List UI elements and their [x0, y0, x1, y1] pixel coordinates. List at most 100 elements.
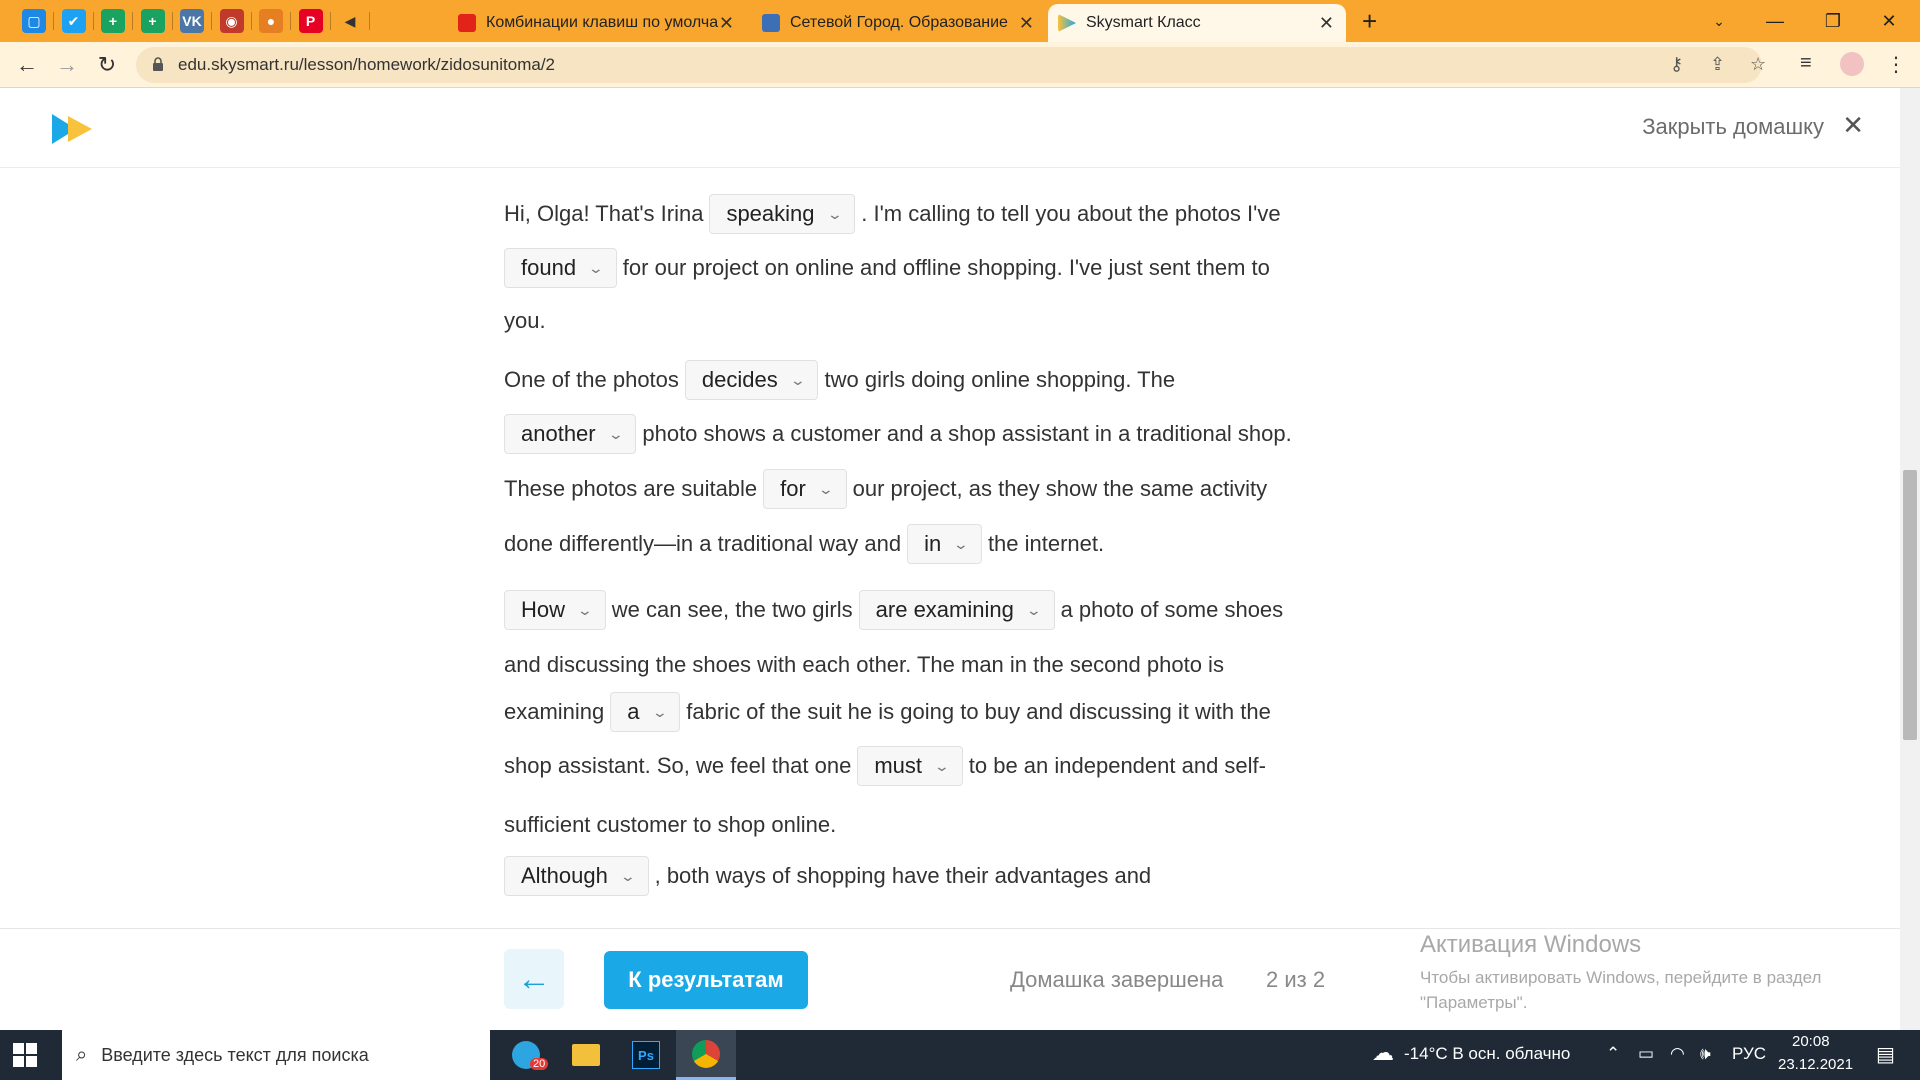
chevron-down-icon: ⌄ [587, 259, 605, 276]
twitter-icon[interactable]: ✔ [61, 9, 86, 33]
school-icon [762, 14, 780, 32]
weather-text[interactable]: -14°C В осн. облачно [1404, 1044, 1570, 1064]
photoshop-app[interactable]: Ps [616, 1030, 676, 1080]
key-icon[interactable]: ⚷ [1670, 54, 1683, 75]
skysmart-logo[interactable] [52, 114, 94, 144]
tab-search-icon[interactable]: ⌄ [1696, 6, 1742, 36]
answer-dropdown[interactable]: a ⌄ [610, 692, 681, 732]
language-indicator[interactable]: РУС [1732, 1044, 1766, 1064]
exercise-line: found ⌄ for our project on online and off… [498, 248, 1270, 288]
close-homework-link[interactable]: Закрыть домашку [1642, 114, 1824, 140]
text: we can see, the two girls [611, 597, 853, 622]
answer-dropdown[interactable]: must ⌄ [857, 746, 963, 786]
text: and discussing the shoes with each other… [504, 652, 1224, 677]
answer-dropdown[interactable]: are examining ⌄ [858, 590, 1055, 630]
answer-dropdown[interactable]: in ⌄ [907, 524, 982, 564]
mute-icon[interactable]: ◀ [338, 9, 362, 33]
restore-button[interactable]: ❐ [1810, 6, 1856, 36]
answer-dropdown[interactable]: found ⌄ [504, 248, 617, 288]
page-counter: 2 из 2 [1266, 967, 1326, 992]
address-bar[interactable]: edu.skysmart.ru/lesson/homework/zidosuni… [136, 47, 1766, 83]
tab-separator [171, 12, 173, 30]
sheets-plus-icon[interactable]: + [101, 9, 125, 33]
sheets-plus-icon[interactable]: + [140, 9, 165, 33]
answer-dropdown[interactable]: decides ⌄ [684, 360, 819, 400]
exercise-line: shop assistant. So, we feel that one mus… [504, 746, 1266, 786]
close-icon[interactable]: ✕ [1019, 13, 1034, 34]
photoshop-icon: Ps [632, 1041, 660, 1069]
file-explorer-app[interactable] [556, 1030, 616, 1080]
tab-separator [250, 12, 252, 30]
exercise-line: sufficient customer to shop online. [504, 812, 836, 838]
telegram-app[interactable]: 20 [496, 1030, 556, 1080]
chevron-down-icon: ⌄ [826, 205, 843, 222]
tab-keyboard-shortcuts[interactable]: Комбинации клавиш по умолча ✕ [448, 4, 746, 42]
close-window-button[interactable]: ✕ [1866, 6, 1912, 36]
avatar-icon[interactable]: ◉ [219, 9, 244, 33]
text: examining [504, 699, 605, 724]
answer-dropdown[interactable]: How ⌄ [504, 590, 606, 630]
share-icon[interactable]: ⇪ [1710, 54, 1725, 75]
text: you. [504, 308, 546, 333]
activation-line: Чтобы активировать Windows, перейдите в … [1420, 968, 1822, 987]
tab-separator [132, 12, 133, 30]
adobe-icon [458, 14, 476, 32]
text: shop assistant. So, we feel that one [504, 753, 852, 778]
results-button[interactable]: К результатам [604, 951, 808, 1009]
answer-dropdown[interactable]: speaking ⌄ [709, 194, 856, 234]
browser-tab-strip: ▢ ✔ + + VK ◉ ● P ◀ Комбинации клавиш по умолча ✕… [0, 0, 1920, 42]
tab-skysmart[interactable]: Skysmart Класс ✕ [1048, 4, 1346, 42]
minimize-button[interactable]: — [1752, 6, 1798, 36]
taskbar-search[interactable]: ⌕ Введите здесь текст для поиска [62, 1030, 490, 1080]
close-icon[interactable]: ✕ [1319, 13, 1334, 34]
tab-school-portal[interactable]: Сетевой Город. Образование ✕ [752, 4, 1046, 42]
volume-icon[interactable]: 🕪 [1700, 1044, 1711, 1064]
chevron-down-icon: ⌄ [619, 867, 636, 884]
previous-page-button[interactable]: ← [504, 949, 564, 1009]
pinterest-icon[interactable]: P [298, 9, 323, 33]
folder-icon [572, 1044, 600, 1066]
text: to be an independent and self- [968, 753, 1266, 778]
chrome-icon [692, 1039, 720, 1068]
answer-dropdown[interactable]: for ⌄ [763, 469, 847, 509]
basketball-icon[interactable]: ● [259, 9, 283, 33]
windows-activation-watermark: Активация Windows Чтобы активировать Win… [1420, 929, 1821, 1015]
text: our project, as they show the same activ… [852, 476, 1268, 501]
tab-separator [290, 12, 291, 30]
activation-line: "Параметры". [1420, 993, 1528, 1012]
clock-time[interactable]: 20:08 [1792, 1033, 1830, 1050]
text: the internet. [987, 531, 1105, 556]
profile-avatar[interactable] [1840, 52, 1864, 76]
scrollbar-thumb[interactable] [1903, 470, 1917, 740]
menu-icon[interactable]: ⋮ [1886, 52, 1906, 77]
windows-start-icon[interactable] [10, 1040, 40, 1070]
forward-icon[interactable]: → [52, 50, 82, 80]
close-icon[interactable]: ✕ [719, 13, 734, 34]
chevron-down-icon: ⌄ [933, 757, 951, 774]
wifi-icon[interactable]: ◠ [1670, 1044, 1685, 1064]
clock-date[interactable]: 23.12.2021 [1778, 1056, 1853, 1073]
battery-icon[interactable]: ▭ [1638, 1044, 1654, 1064]
chevron-down-icon: ⌄ [1025, 601, 1042, 618]
skysmart-icon [1058, 14, 1076, 32]
chat-icon[interactable]: ▢ [22, 9, 46, 33]
reading-list-icon[interactable]: ≡ [1800, 52, 1812, 75]
back-icon[interactable]: ← [12, 50, 42, 80]
weather-cloud-icon[interactable]: ☁ [1372, 1040, 1394, 1066]
vk-icon[interactable]: VK [180, 9, 204, 33]
answer-dropdown[interactable]: another ⌄ [504, 414, 637, 454]
text: fabric of the suit he is going to buy an… [686, 699, 1271, 724]
new-tab-button[interactable]: + [1362, 6, 1377, 37]
tab-separator [211, 12, 212, 30]
reload-icon[interactable]: ↻ [92, 50, 122, 80]
answer-dropdown[interactable]: Although ⌄ [504, 856, 649, 896]
chevron-up-icon[interactable]: ⌃ [1606, 1044, 1620, 1064]
exercise-line: another ⌄ photo shows a customer and a sh… [498, 414, 1292, 454]
notification-badge: 20 [530, 1058, 549, 1070]
notification-center-icon[interactable]: ▤ [1876, 1042, 1895, 1067]
chevron-down-icon: ⌄ [651, 703, 668, 720]
bookmark-star-icon[interactable]: ☆ [1750, 54, 1766, 75]
browser-toolbar: ← → ↻ edu.skysmart.ru/lesson/homework/zi… [0, 42, 1920, 88]
chrome-app[interactable] [676, 1030, 736, 1080]
close-icon[interactable]: ✕ [1842, 110, 1864, 141]
